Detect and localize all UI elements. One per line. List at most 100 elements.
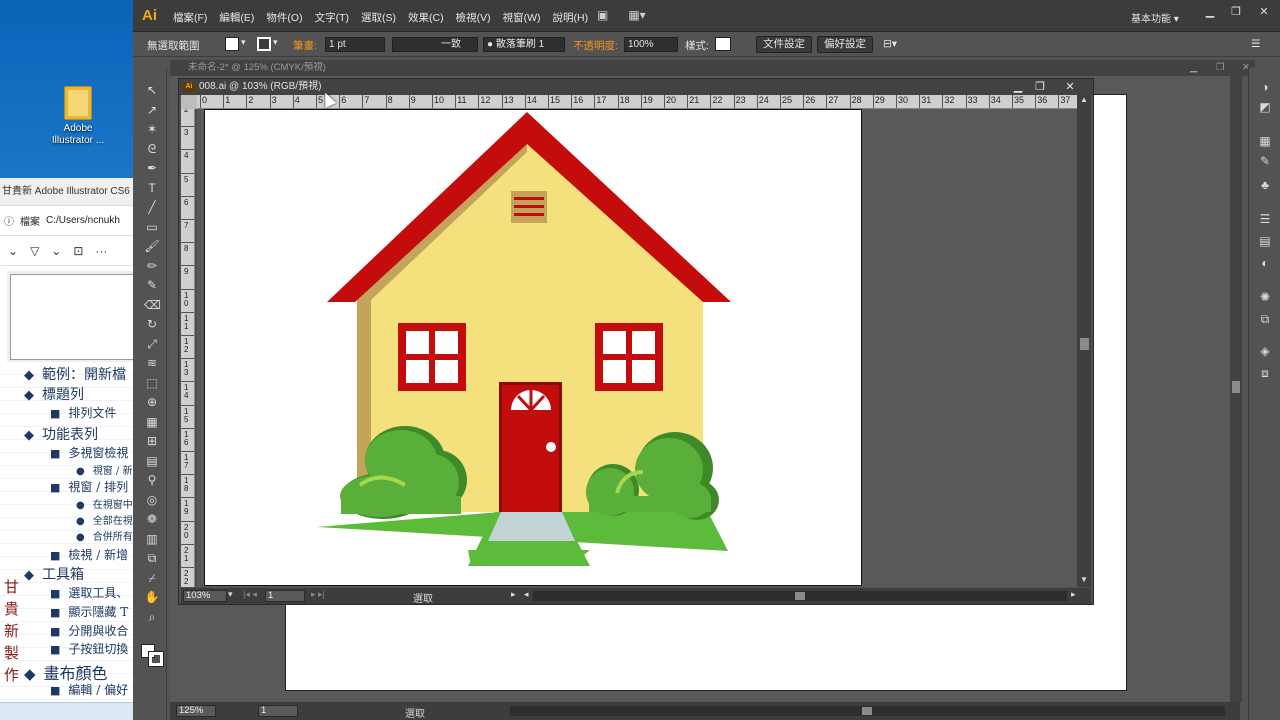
outline-item[interactable]: ◆ 範例：開新檔	[24, 364, 126, 384]
paintbrush-icon[interactable]: 🖌	[144, 238, 160, 254]
graphic-style-swatch[interactable]	[715, 37, 731, 51]
hand-tool-icon[interactable]: ✋	[144, 589, 160, 605]
align-icon[interactable]: ⊟▾	[883, 38, 897, 50]
arrange-documents-icon[interactable]: ▦▾	[628, 8, 645, 22]
scroll-thumb[interactable]	[1232, 381, 1240, 393]
opacity-field[interactable]: 100%	[624, 37, 678, 52]
menu-file[interactable]: 檔案(F)	[173, 10, 207, 25]
opacity-label[interactable]: 不透明度:	[573, 38, 618, 53]
scroll-right-icon[interactable]: ▸	[1071, 589, 1076, 600]
transparency-icon[interactable]: ◐	[1257, 256, 1273, 270]
scroll-thumb[interactable]	[1080, 338, 1089, 350]
outline-item[interactable]: ■ 顯示隱藏 T	[50, 603, 128, 620]
artboards-icon[interactable]: ⧈	[1257, 366, 1273, 380]
symbol-sprayer-icon[interactable]: ❁	[144, 511, 160, 527]
lasso-icon[interactable]: ᘓ	[144, 141, 160, 157]
outline-item[interactable]: ● 合併所有	[76, 528, 133, 543]
type-tool-icon[interactable]: T	[144, 180, 160, 196]
symbols-icon[interactable]: ♣	[1257, 178, 1273, 192]
color-guide-icon[interactable]: ◩	[1257, 100, 1273, 114]
background-document-tab[interactable]: 未命名-2* @ 125% (CMYK/預視) ▁ ❐ ✕	[170, 60, 1255, 76]
ruler-origin[interactable]	[181, 95, 197, 109]
last-page-icon[interactable]: ▸ ▸|	[311, 589, 325, 600]
menu-edit[interactable]: 編輯(E)	[219, 10, 254, 25]
color-panel-icon[interactable]: ◑	[1257, 80, 1273, 94]
graphic-styles-icon[interactable]: ⧉	[1257, 312, 1273, 326]
status-menu-icon[interactable]: ▸	[511, 589, 516, 600]
background-vertical-scrollbar[interactable]	[1230, 76, 1242, 702]
background-zoom-field[interactable]: 125%	[176, 705, 216, 717]
eraser-icon[interactable]: ⌫	[144, 297, 161, 313]
layers-icon[interactable]: ◈	[1257, 344, 1273, 358]
shape-builder-icon[interactable]: ⊕	[144, 394, 160, 410]
desktop-shortcut[interactable]: Adobe Illustrator ...	[44, 86, 112, 147]
swatches-icon[interactable]: ▦	[1257, 134, 1273, 148]
restore-icon[interactable]: ❐	[1216, 60, 1225, 76]
direct-selection-tool-icon[interactable]: ↗	[144, 102, 160, 118]
scroll-down-icon[interactable]: ▼	[1080, 575, 1088, 584]
scale-tool-icon[interactable]: ⤢	[144, 336, 160, 352]
fill-swatch[interactable]	[225, 37, 239, 51]
blend-tool-icon[interactable]: ◎	[144, 492, 160, 508]
selection-tool-icon[interactable]: ↖	[144, 82, 160, 98]
horizontal-scrollbar[interactable]	[533, 591, 1067, 601]
outline-item[interactable]: ◆ 工具箱	[24, 564, 84, 584]
vertical-scrollbar[interactable]: ▲ ▼	[1077, 95, 1091, 587]
rotate-tool-icon[interactable]: ↻	[144, 316, 160, 332]
menu-help[interactable]: 說明(H)	[553, 10, 589, 25]
chevron-down-icon[interactable]: ▾	[241, 37, 246, 48]
stroke-label[interactable]: 筆畫:	[293, 38, 317, 53]
slice-tool-icon[interactable]: ⌿	[144, 570, 160, 586]
pen-tool-icon[interactable]: ✒	[144, 160, 160, 176]
mesh-tool-icon[interactable]: ⊞	[144, 433, 160, 449]
canvas[interactable]	[197, 109, 1077, 587]
blob-brush-icon[interactable]: ✎	[144, 277, 160, 293]
menu-view[interactable]: 檢視(V)	[456, 10, 491, 25]
scroll-thumb[interactable]	[795, 592, 805, 600]
restore-icon[interactable]: ❐	[1225, 5, 1247, 19]
stroke-swatch[interactable]	[257, 37, 271, 51]
outline-item[interactable]: ■ 檢視 / 新增	[50, 546, 128, 563]
panel-menu-icon[interactable]: ☰	[1251, 38, 1260, 50]
gradient-icon[interactable]: ▤	[1257, 234, 1273, 248]
outline-item[interactable]: ■ 編輯 / 偏好	[50, 681, 128, 698]
brush-definition[interactable]: ● 散落筆刷 1	[483, 37, 565, 52]
restore-icon[interactable]: ❐	[1029, 79, 1051, 95]
workspace-switcher[interactable]: 基本功能 ▾	[1131, 10, 1179, 25]
outline-item[interactable]: ■ 選取工具、	[50, 584, 128, 601]
minimize-icon[interactable]: ▁	[1190, 60, 1197, 76]
menu-effect[interactable]: 效果(C)	[408, 10, 444, 25]
chevron-down-icon[interactable]: ▾	[273, 37, 278, 48]
menu-window[interactable]: 視窗(W)	[503, 10, 541, 25]
appearance-icon[interactable]: ✺	[1257, 290, 1273, 304]
minimize-icon[interactable]: ▁	[1007, 79, 1029, 95]
outline-item[interactable]: ■ 多視窗檢視	[50, 444, 128, 461]
brushes-icon[interactable]: ✎	[1257, 154, 1273, 168]
zoom-field[interactable]: 103%	[183, 590, 227, 602]
stroke-color-icon[interactable]	[148, 651, 164, 667]
outline-item[interactable]: ● 在視窗中	[76, 496, 133, 511]
preferences-button[interactable]: 偏好設定	[817, 36, 873, 53]
outline-item[interactable]: ■ 排列文件	[50, 404, 116, 421]
artboard[interactable]	[204, 109, 862, 586]
line-tool-icon[interactable]: ╱	[144, 199, 160, 215]
outline-item[interactable]: ■ 分開與收合	[50, 622, 128, 639]
scroll-left-icon[interactable]: ◂	[524, 589, 529, 600]
outline-item[interactable]: ● 全部在視	[76, 512, 133, 527]
magic-wand-icon[interactable]: ✶	[144, 121, 160, 137]
chevron-down-icon[interactable]: ▾	[228, 589, 233, 600]
vertical-ruler[interactable]: 2 3 4 5 6 7 8 9 1 0 1 1 1 2 1 3 1 4 1 5 1 6 1 7 1 8 1 9 2 …	[181, 109, 195, 587]
zoom-tool-icon[interactable]: ⌕	[144, 609, 160, 625]
scroll-up-icon[interactable]: ▲	[1080, 95, 1088, 104]
close-icon[interactable]: ✕	[1059, 79, 1081, 95]
pencil-icon[interactable]: ✏	[144, 258, 160, 274]
minimize-icon[interactable]: ▁	[1199, 5, 1221, 19]
menu-object[interactable]: 物件(O)	[266, 10, 302, 25]
rectangle-tool-icon[interactable]: ▭	[144, 219, 160, 235]
menu-type[interactable]: 文字(T)	[315, 10, 349, 25]
eyedropper-icon[interactable]: ⚲	[144, 472, 160, 488]
outline-item[interactable]: ■ 視窗 / 排列	[50, 478, 128, 495]
outline-item[interactable]: ◆ 功能表列	[24, 424, 98, 444]
gradient-tool-icon[interactable]: ▤	[144, 453, 160, 469]
outline-item[interactable]: ◆ 標題列	[24, 384, 84, 404]
